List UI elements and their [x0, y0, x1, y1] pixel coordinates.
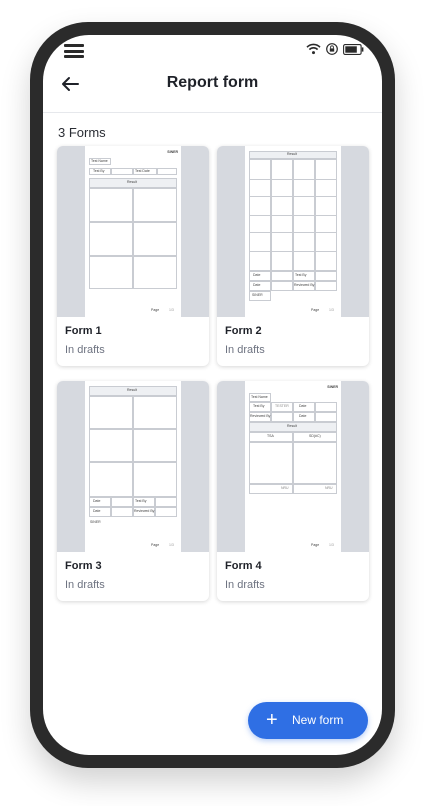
form-sheet: SINER Test Name Test By Test Date Result — [85, 146, 181, 317]
lock-icon — [326, 43, 338, 55]
preview-label: Result — [127, 388, 137, 392]
preview-page-num: 1/3 — [169, 543, 174, 547]
page-title: Report form — [166, 74, 259, 91]
phone-frame: Report form 3 Forms SINER Test Name Test… — [30, 22, 395, 768]
form-name: Form 4 — [225, 560, 262, 572]
app-bar: Report form — [43, 65, 382, 113]
preview-label: Test By — [93, 169, 105, 173]
forms-count: 3 Forms — [58, 125, 106, 140]
preview-label: Test By — [135, 499, 147, 503]
preview-label: Test By — [253, 404, 265, 408]
preview-logo: SINER — [167, 150, 178, 154]
preview-label: Date — [299, 414, 307, 418]
preview-label: Result — [287, 152, 297, 156]
preview-label: Date — [93, 499, 101, 503]
form-card-2[interactable]: Result Date Test By Date Reviewed By SIN… — [217, 146, 369, 366]
preview-label: SD(#C) — [309, 434, 321, 438]
form-name: Form 1 — [65, 325, 102, 337]
preview-label: Test By — [295, 273, 307, 277]
preview-label: Date — [253, 273, 261, 277]
preview-label: Result — [127, 180, 137, 184]
form-preview: SINER Test Name Test By Test Date Result — [57, 146, 209, 317]
preview-logo: SINER — [90, 520, 101, 524]
status-bar — [43, 35, 382, 65]
form-card-1[interactable]: SINER Test Name Test By Test Date Result — [57, 146, 209, 366]
form-sheet: Result Date Test By Date Reviewed By SIN… — [245, 146, 341, 317]
preview-page: Page — [311, 308, 320, 312]
preview-logo: SINER — [252, 293, 263, 297]
wifi-icon — [306, 43, 321, 55]
preview-label: Test Name — [251, 395, 268, 399]
form-name: Form 3 — [65, 560, 102, 572]
preview-value: NRU — [281, 486, 289, 490]
preview-page-num: 1/3 — [169, 308, 174, 312]
form-card-4[interactable]: SINER Test Name Test By TESTER Date Revi… — [217, 381, 369, 601]
form-preview: Result Date Test By Date Reviewed By SIN… — [217, 146, 369, 317]
preview-page: Page — [151, 308, 160, 312]
preview-label: Result — [287, 424, 297, 428]
new-form-label: New form — [292, 713, 344, 727]
preview-page-num: 1/3 — [329, 308, 334, 312]
preview-label: Reviewed By — [134, 509, 155, 513]
form-card-3[interactable]: Result Date Test By Date Reviewed By SIN… — [57, 381, 209, 601]
form-name: Form 2 — [225, 325, 262, 337]
preview-page: Page — [151, 543, 160, 547]
battery-icon — [343, 43, 364, 55]
preview-label: TESTER — [275, 404, 289, 408]
new-form-button[interactable]: + New form — [248, 702, 368, 739]
preview-label: Test Date — [135, 169, 150, 173]
preview-page: Page — [311, 543, 320, 547]
form-status: In drafts — [65, 344, 105, 356]
preview-label: TSA — [267, 434, 274, 438]
status-icons — [306, 43, 364, 55]
preview-logo: SINER — [327, 385, 338, 389]
form-preview: SINER Test Name Test By TESTER Date Revi… — [217, 381, 369, 552]
form-preview: Result Date Test By Date Reviewed By SIN… — [57, 381, 209, 552]
menu-icon[interactable] — [64, 44, 84, 58]
form-sheet: SINER Test Name Test By TESTER Date Revi… — [245, 381, 341, 552]
preview-label: Date — [299, 404, 307, 408]
preview-label: Reviewed By — [250, 414, 271, 418]
preview-label: Reviewed By — [294, 283, 315, 287]
plus-icon: + — [266, 709, 278, 731]
form-status: In drafts — [225, 579, 265, 591]
form-sheet: Result Date Test By Date Reviewed By SIN… — [85, 381, 181, 552]
screen: Report form 3 Forms SINER Test Name Test… — [43, 35, 382, 755]
preview-label: Date — [93, 509, 101, 513]
preview-label: Date — [253, 283, 261, 287]
preview-label: Test Name — [91, 159, 108, 163]
form-status: In drafts — [65, 579, 105, 591]
preview-value: NRU — [325, 486, 333, 490]
form-status: In drafts — [225, 344, 265, 356]
preview-page-num: 1/3 — [329, 543, 334, 547]
